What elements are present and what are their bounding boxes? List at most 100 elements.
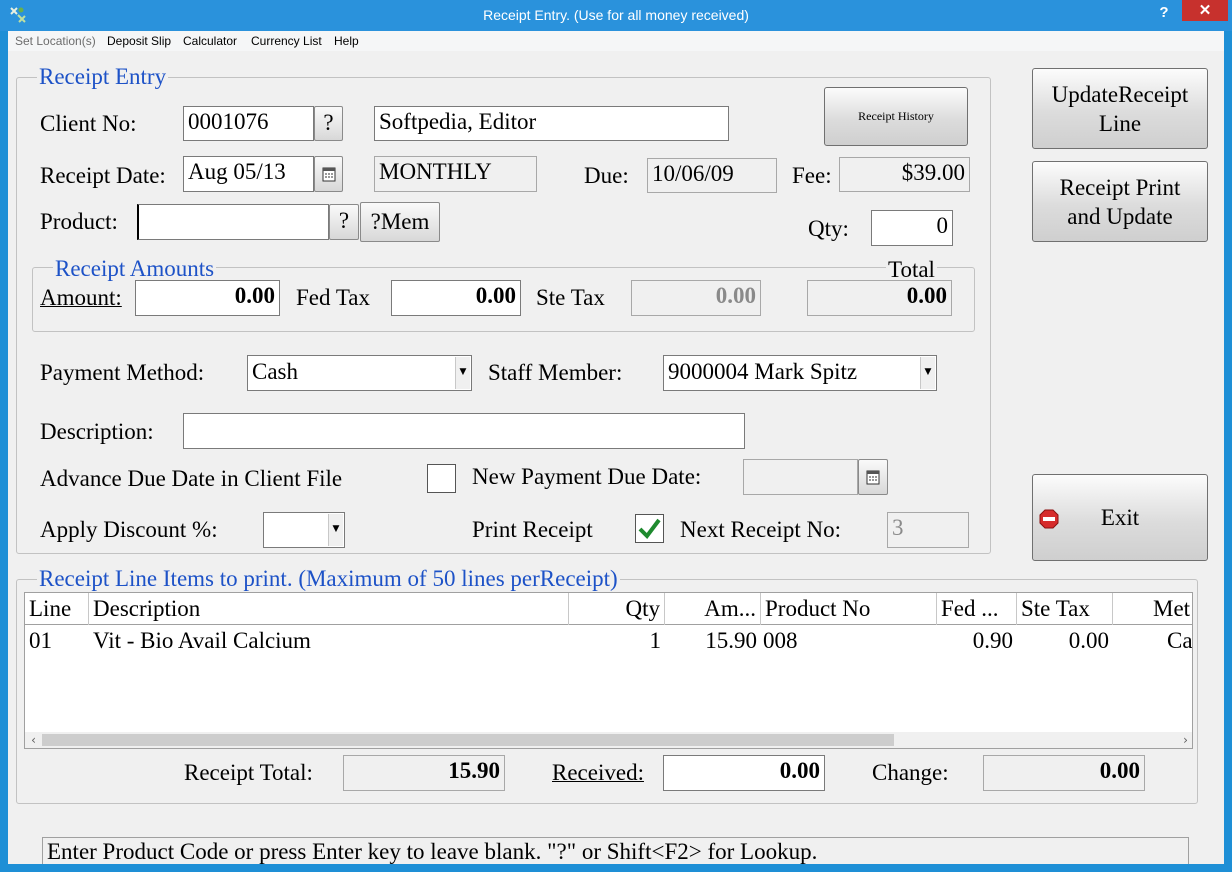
fee-label: Fee: — [792, 163, 832, 188]
new-due-date-field[interactable] — [743, 459, 858, 495]
receipt-print-update-button[interactable]: Receipt Print and Update — [1032, 161, 1208, 242]
next-receipt-label: Next Receipt No: — [680, 517, 841, 542]
receipt-print-update-label-2: and Update — [1067, 204, 1173, 229]
status-bar: Enter Product Code or press Enter key to… — [42, 837, 1189, 864]
change-label: Change: — [872, 760, 949, 785]
column-header-ste-tax[interactable]: Ste Tax — [1017, 593, 1113, 625]
new-due-date-calendar-button[interactable] — [858, 459, 888, 495]
cell-product-no: 008 — [763, 628, 798, 653]
amount-field[interactable]: 0.00 — [135, 280, 280, 316]
menu-bar: Set Location(s) Deposit Slip Calculator … — [8, 31, 1224, 51]
description-field[interactable] — [183, 413, 745, 449]
change-field: 0.00 — [983, 755, 1145, 791]
receipt-entry-title: Receipt Entry — [37, 64, 169, 89]
title-bar: Receipt Entry. (Use for all money receiv… — [0, 0, 1232, 31]
window-title: Receipt Entry. (Use for all money receiv… — [483, 7, 749, 23]
product-label: Product: — [40, 209, 118, 234]
ste-tax-label: Ste Tax — [536, 285, 605, 310]
payment-method-label: Payment Method: — [40, 360, 205, 385]
column-header-product-no[interactable]: Product No — [761, 593, 937, 625]
exit-button[interactable]: Exit — [1032, 474, 1208, 561]
column-header-amount[interactable]: Am... — [665, 593, 761, 625]
menu-deposit-slip[interactable]: Deposit Slip — [107, 34, 171, 48]
receipt-entry-window: Set Location(s) Deposit Slip Calculator … — [8, 31, 1224, 864]
fee-field: $39.00 — [839, 157, 970, 192]
menu-set-locations[interactable]: Set Location(s) — [15, 34, 96, 48]
chevron-down-icon[interactable]: ▼ — [328, 514, 343, 546]
menu-help[interactable]: Help — [334, 34, 359, 48]
column-header-qty[interactable]: Qty — [569, 593, 665, 625]
staff-member-label: Staff Member: — [488, 360, 623, 385]
product-field[interactable] — [137, 204, 329, 240]
receipt-total-label: Receipt Total: — [184, 760, 313, 785]
column-header-method[interactable]: Met — [1113, 593, 1192, 625]
receipt-date-field[interactable]: Aug 05/13 — [183, 156, 314, 192]
cell-amount: 15.90 — [705, 628, 757, 653]
exit-label: Exit — [1100, 505, 1140, 530]
cell-method: Ca — [1167, 628, 1193, 653]
memory-lookup-button[interactable]: ?Mem — [360, 202, 440, 242]
client-lookup-button[interactable]: ? — [314, 106, 343, 141]
print-receipt-label: Print Receipt — [472, 517, 593, 542]
help-button[interactable]: ? — [1150, 2, 1178, 24]
calendar-icon — [322, 167, 335, 182]
due-label: Due: — [584, 163, 629, 188]
horizontal-scrollbar[interactable]: ‹ › — [25, 732, 1192, 748]
line-items-title: Receipt Line Items to print. (Maximum of… — [37, 566, 620, 591]
receipt-amounts-title: Receipt Amounts — [53, 256, 217, 281]
receipt-print-update-label-1: Receipt Print — [1059, 175, 1181, 200]
cell-ste-tax: 0.00 — [1068, 628, 1109, 653]
client-name-field[interactable]: Softpedia, Editor — [374, 106, 729, 141]
receipt-date-label: Receipt Date: — [40, 163, 166, 188]
update-receipt-line-button[interactable]: UpdateReceipt Line — [1032, 68, 1208, 149]
next-receipt-field: 3 — [887, 512, 969, 548]
due-date-field: 10/06/09 — [647, 158, 777, 193]
scroll-left-icon[interactable]: ‹ — [25, 732, 42, 748]
stop-icon — [1039, 509, 1059, 529]
scroll-right-icon[interactable]: › — [1177, 732, 1192, 748]
advance-due-date-label: Advance Due Date in Client File — [40, 466, 343, 491]
payment-method-value: Cash — [252, 359, 298, 384]
plan-field: MONTHLY — [374, 156, 537, 192]
payment-method-dropdown[interactable]: Cash ▼ — [247, 355, 472, 391]
cell-description: Vit - Bio Avail Calcium — [93, 628, 311, 653]
discount-dropdown[interactable]: ▼ — [263, 512, 345, 548]
checkmark-icon — [638, 518, 661, 540]
grid-header: Line Description Qty Am... Product No Fe… — [25, 593, 1192, 625]
client-no-field[interactable]: 0001076 — [183, 106, 314, 141]
column-header-line[interactable]: Line — [25, 593, 89, 625]
new-due-date-label: New Payment Due Date: — [472, 464, 702, 489]
calendar-icon — [866, 470, 880, 485]
update-receipt-line-label-1: UpdateReceipt — [1051, 82, 1189, 107]
chevron-down-icon[interactable]: ▼ — [455, 357, 470, 389]
received-label: Received: — [552, 760, 644, 785]
menu-calculator[interactable]: Calculator — [183, 34, 237, 48]
column-header-description[interactable]: Description — [89, 593, 569, 625]
close-button[interactable]: ✕ — [1182, 0, 1228, 21]
scrollbar-thumb[interactable] — [42, 734, 894, 746]
cell-qty: 1 — [649, 628, 662, 653]
cell-fed-tax: 0.90 — [972, 628, 1013, 653]
total-field: 0.00 — [807, 280, 952, 316]
receipt-history-button[interactable]: Receipt History — [824, 87, 968, 146]
ste-tax-field: 0.00 — [631, 280, 761, 316]
product-lookup-button[interactable]: ? — [329, 204, 359, 240]
qty-label: Qty: — [808, 216, 849, 241]
apply-discount-label: Apply Discount %: — [40, 517, 218, 542]
received-field[interactable]: 0.00 — [663, 755, 825, 791]
advance-due-date-checkbox[interactable] — [427, 464, 456, 493]
print-receipt-checkbox[interactable] — [635, 514, 664, 543]
menu-currency-list[interactable]: Currency List — [251, 34, 322, 48]
column-header-fed-tax[interactable]: Fed ... — [937, 593, 1017, 625]
client-no-label: Client No: — [40, 111, 137, 136]
update-receipt-line-label-2: Line — [1098, 111, 1142, 136]
receipt-date-calendar-button[interactable] — [314, 156, 343, 192]
cell-line: 01 — [29, 628, 52, 653]
amount-label: Amount: — [40, 285, 122, 310]
staff-member-dropdown[interactable]: 9000004 Mark Spitz ▼ — [663, 355, 937, 391]
fed-tax-field[interactable]: 0.00 — [391, 280, 521, 316]
staff-member-value: 9000004 Mark Spitz — [668, 359, 858, 384]
qty-field[interactable]: 0 — [871, 210, 953, 246]
line-items-grid[interactable]: Line Description Qty Am... Product No Fe… — [24, 592, 1193, 749]
chevron-down-icon[interactable]: ▼ — [920, 357, 935, 389]
